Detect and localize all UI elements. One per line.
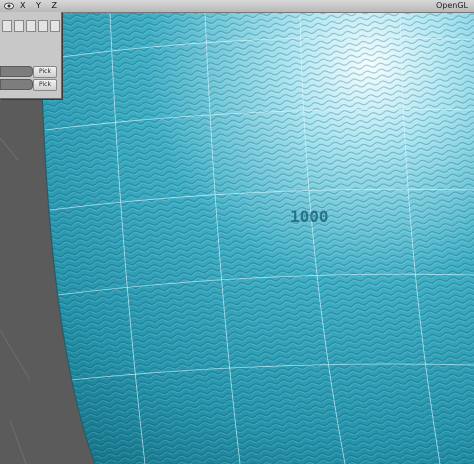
renderer-label: OpenGL [435,1,468,10]
smooth-tool-icon[interactable] [26,20,36,32]
reset-tool-icon[interactable] [50,20,60,32]
axes-label: X Y Z [20,1,61,10]
viewport-titlebar: X Y Z OpenGL [0,0,474,13]
magnet-tool-icon[interactable] [38,20,48,32]
eye-icon[interactable] [4,2,14,10]
pick-button-2[interactable]: Pick [33,79,57,91]
pick-button-1[interactable]: Pick [33,66,57,78]
tool-row [2,20,60,34]
sculpted-mesh-render[interactable]: 1000 [0,0,474,464]
3d-viewport[interactable]: 1000 X Y Z OpenGL Pick Pick [0,0,474,464]
value-field-1[interactable] [0,66,33,77]
embossed-number: 1000 [290,207,329,226]
move-tool-icon[interactable] [14,20,24,32]
value-field-2[interactable] [0,79,33,90]
brush-tool-icon[interactable] [2,20,12,32]
sculpt-tool-panel: Pick Pick [0,12,62,99]
